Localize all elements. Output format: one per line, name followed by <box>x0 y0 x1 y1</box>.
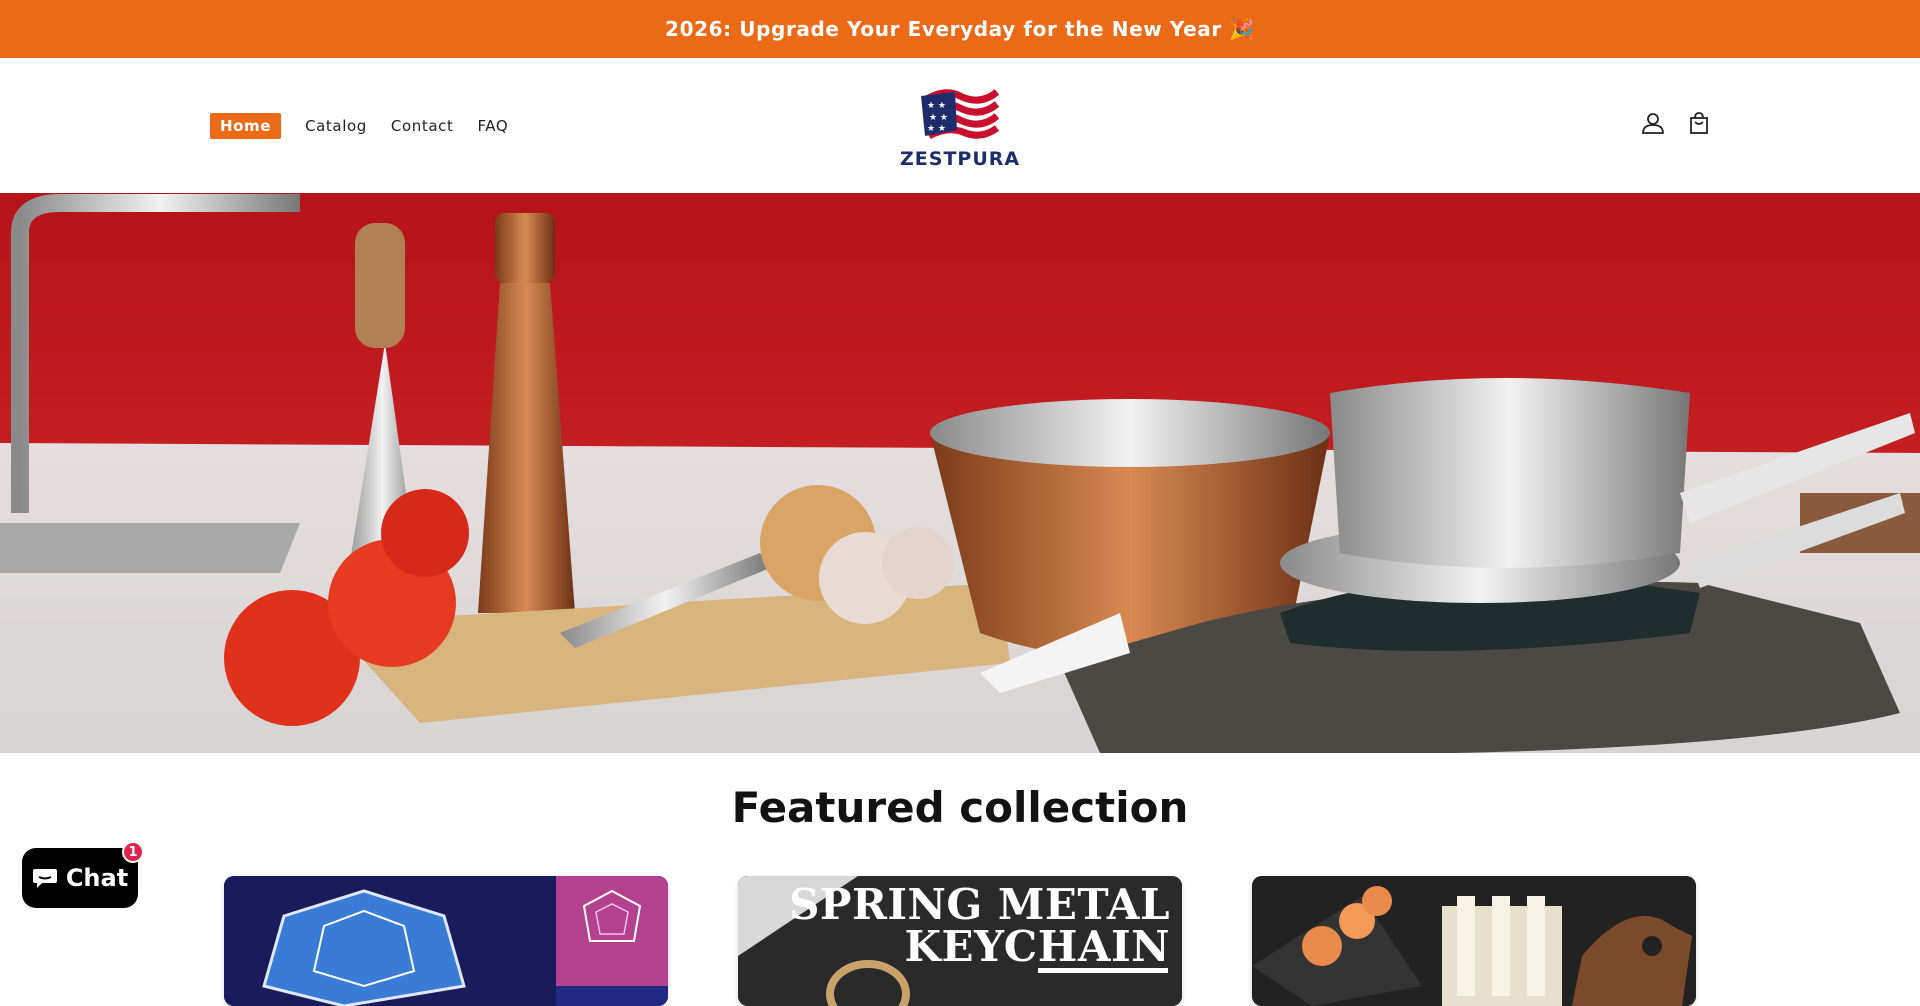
nav-item-faq[interactable]: FAQ <box>477 117 508 135</box>
announcement-text: 2026: Upgrade Your Everyday for the New … <box>665 17 1255 41</box>
us-flag-icon: ★ ★ ★ ★ ★ ★ <box>921 89 1000 140</box>
featured-collection-grid: SPRING METAL KEYCHAIN <box>224 876 1696 1006</box>
sushi-maker-image <box>1252 876 1696 1006</box>
nav-item-contact[interactable]: Contact <box>391 117 454 135</box>
logo-text: ZESTPURA <box>900 148 1021 170</box>
nav-item-home[interactable]: Home <box>210 113 282 139</box>
main-nav: Home Catalog Contact FAQ <box>210 113 532 139</box>
product-card-dodecahedron[interactable] <box>224 876 668 1006</box>
product-card-sushi-maker[interactable] <box>1252 876 1696 1006</box>
keychain-image-text: SPRING METAL KEYCHAIN <box>789 880 1170 971</box>
site-header: Home Catalog Contact FAQ ★ ★ ★ ★ ★ ★ ZES… <box>0 58 1920 193</box>
header-actions <box>1640 110 1712 136</box>
nav-item-catalog[interactable]: Catalog <box>305 117 367 135</box>
hero-image <box>0 193 1920 753</box>
dodecahedron-image <box>224 876 668 1006</box>
chat-button[interactable]: Chat <box>22 848 138 908</box>
cart-icon[interactable] <box>1686 110 1712 136</box>
chat-label: Chat <box>65 864 129 892</box>
chat-unread-badge: 1 <box>122 841 144 863</box>
site-logo[interactable]: ★ ★ ★ ★ ★ ★ ZESTPURA <box>900 78 1020 178</box>
kitchen-scene-illustration <box>0 193 1920 753</box>
featured-collection-title: Featured collection <box>731 783 1189 832</box>
chat-bubble-icon <box>32 869 57 888</box>
svg-text:★ ★: ★ ★ <box>927 124 946 134</box>
svg-text:★ ★: ★ ★ <box>927 101 946 111</box>
account-icon[interactable] <box>1640 110 1666 136</box>
product-card-spring-keychain[interactable]: SPRING METAL KEYCHAIN <box>738 876 1182 1006</box>
svg-text:★ ★: ★ ★ <box>929 113 948 123</box>
announcement-bar: 2026: Upgrade Your Everyday for the New … <box>0 0 1920 58</box>
